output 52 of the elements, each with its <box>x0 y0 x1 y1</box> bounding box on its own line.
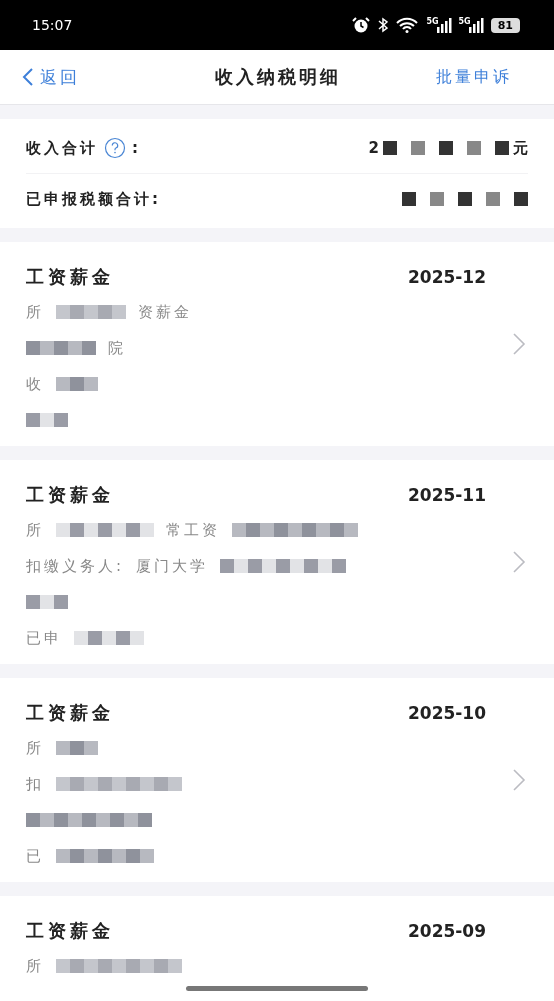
record-detail-text: 所 <box>26 956 44 976</box>
income-record-card[interactable]: 工资薪金 2025-11 所 常工资 扣缴义务人: 厦门大学 已申 <box>0 460 554 664</box>
back-button[interactable]: 返回 <box>22 65 80 89</box>
record-detail-text: 常工资 <box>166 520 220 540</box>
summary-label: 已申报税额合计: <box>26 189 161 209</box>
status-time: 15:07 <box>32 17 73 33</box>
summary-label: 收入合计 <box>26 138 98 158</box>
help-icon[interactable] <box>104 137 126 159</box>
income-record-card[interactable]: 工资薪金 2025-09 所 <box>0 896 554 1001</box>
record-month: 2025-09 <box>407 921 486 941</box>
record-month: 2025-11 <box>407 485 486 505</box>
record-detail-text: 已申 <box>26 628 62 648</box>
income-type: 工资薪金 <box>26 483 114 507</box>
redaction-mosaic <box>26 341 96 355</box>
redaction-mosaic <box>56 305 126 319</box>
record-detail-text: 厦门大学 <box>136 556 209 576</box>
record-detail-text: 院 <box>108 338 126 358</box>
chevron-right-icon <box>512 332 526 356</box>
income-type: 工资薪金 <box>26 701 114 725</box>
record-detail-text: 扣 <box>26 774 44 794</box>
redaction-mosaic <box>56 377 98 391</box>
redaction-mosaic <box>56 741 98 755</box>
colon: : <box>132 139 141 157</box>
bluetooth-icon <box>378 17 389 33</box>
income-record-card[interactable]: 工资薪金 2025-10 所 扣 已 <box>0 678 554 882</box>
redaction-mosaic <box>26 595 68 609</box>
record-detail-text: 已 <box>26 846 44 866</box>
record-detail-text: 所 <box>26 302 44 322</box>
record-detail-text: 扣缴义务人: <box>26 556 125 576</box>
alarm-clock-icon <box>351 16 372 34</box>
record-month: 2025-10 <box>407 703 486 723</box>
cellular-signal: 5G <box>426 17 452 33</box>
redaction-mosaic <box>74 631 144 645</box>
redaction-mosaic <box>26 413 68 427</box>
batch-appeal-button[interactable]: 批量申诉 <box>436 66 512 88</box>
wifi-icon <box>395 17 420 33</box>
record-detail-text: 所 <box>26 738 44 758</box>
income-type: 工资薪金 <box>26 265 114 289</box>
battery-level: 81 <box>490 17 520 33</box>
record-detail-text: 所 <box>26 520 44 540</box>
record-detail-text: 资薪金 <box>138 302 192 322</box>
income-record-card[interactable]: 工资薪金 2025-12 所 资薪金 院 收 <box>0 242 554 446</box>
chevron-right-icon <box>512 768 526 792</box>
back-chevron-icon <box>22 67 34 87</box>
summary-value: 2 <box>368 139 379 157</box>
record-detail-text: 收 <box>26 374 44 394</box>
page-title: 收入纳税明细 <box>215 65 341 89</box>
cellular-signal: 5G <box>458 17 484 33</box>
record-month: 2025-12 <box>407 267 486 287</box>
income-type: 工资薪金 <box>26 919 114 943</box>
summary-value: 元 <box>513 138 528 158</box>
chevron-right-icon <box>512 550 526 574</box>
